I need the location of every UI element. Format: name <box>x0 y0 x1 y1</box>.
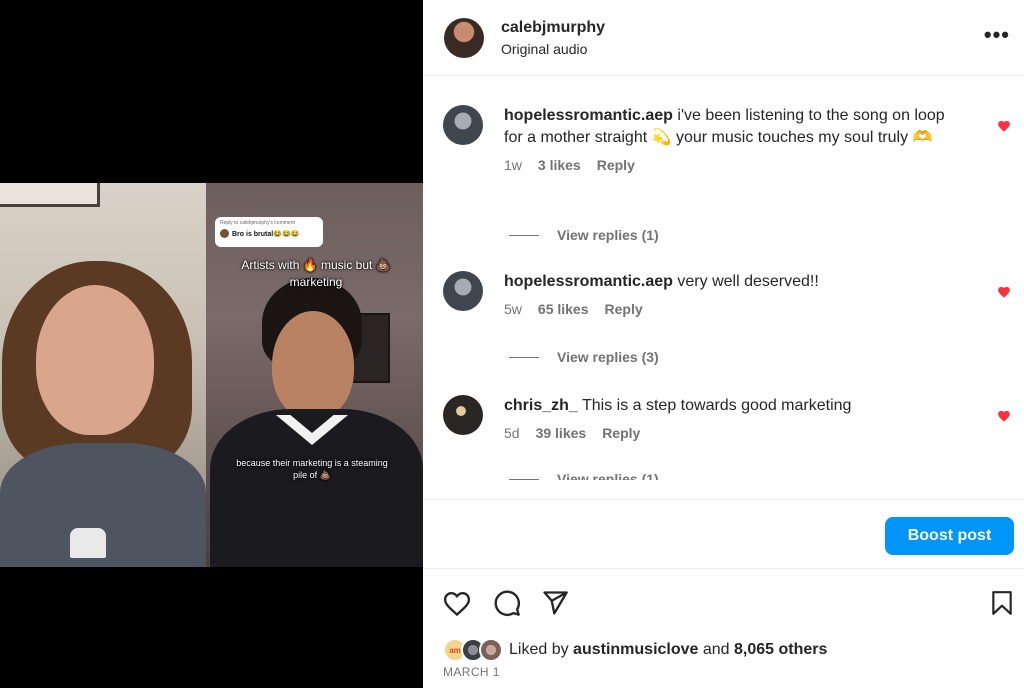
heart-filled-icon[interactable] <box>997 119 1011 133</box>
comment-item: hopelessromantic.aep i've been listening… <box>443 105 1013 173</box>
likes-prefix: Liked by <box>509 641 569 658</box>
heart-filled-icon[interactable] <box>997 285 1011 299</box>
comment-likes[interactable]: 65 likes <box>538 301 589 317</box>
person-face <box>272 311 354 419</box>
reply-sticker: Reply to calebjmurphy's comment Bro is b… <box>215 217 323 247</box>
liker-username[interactable]: austinmusiclove <box>573 641 698 659</box>
post-date[interactable]: MARCH 1 <box>443 665 500 679</box>
reply-sticker-header: Reply to calebjmurphy's comment <box>220 220 295 226</box>
comment-time[interactable]: 5w <box>504 301 522 317</box>
liker-avatars: am <box>443 638 505 662</box>
post-actions <box>443 589 1015 617</box>
reply-button[interactable]: Reply <box>605 301 643 317</box>
bookmark-icon[interactable] <box>989 589 1015 617</box>
more-options-icon[interactable]: ••• <box>984 22 1010 48</box>
comment-text: very well deserved!! <box>677 273 819 290</box>
avatar[interactable] <box>443 395 483 435</box>
audio-link[interactable]: Original audio <box>501 41 605 57</box>
avatar[interactable] <box>443 271 483 311</box>
shirt-graphic <box>70 528 106 558</box>
view-replies-button[interactable]: View replies (3) <box>509 349 659 365</box>
divider <box>509 478 539 480</box>
boost-section: Boost post <box>423 499 1024 569</box>
video-left-pane <box>0 183 206 567</box>
comment-item: hopelessromantic.aep very well deserved!… <box>443 271 1013 317</box>
person-face <box>36 285 154 435</box>
avatar[interactable] <box>443 105 483 145</box>
comment-username[interactable]: chris_zh_ <box>504 397 578 414</box>
comment-item: chris_zh_ This is a step towards good ma… <box>443 395 1013 441</box>
post-sidebar: calebjmurphy Original audio ••• hopeless… <box>423 0 1024 688</box>
comment-time[interactable]: 1w <box>504 157 522 173</box>
reply-sticker-avatar <box>220 229 229 238</box>
view-replies-label: View replies (1) <box>557 471 659 480</box>
post-header: calebjmurphy Original audio ••• <box>423 0 1024 76</box>
view-replies-label: View replies (3) <box>557 349 659 365</box>
post-media[interactable]: Reply to calebjmurphy's comment Bro is b… <box>0 0 423 688</box>
post-username[interactable]: calebjmurphy <box>501 19 605 37</box>
likes-joiner: and <box>702 641 730 658</box>
view-replies-label: View replies (1) <box>557 227 659 243</box>
view-replies-button[interactable]: View replies (1) <box>509 471 659 480</box>
heart-filled-icon[interactable] <box>997 409 1011 423</box>
share-icon[interactable] <box>541 589 569 617</box>
comment-username[interactable]: hopelessromantic.aep <box>504 107 673 124</box>
heart-icon[interactable] <box>443 589 471 617</box>
comment-icon[interactable] <box>493 589 521 617</box>
boost-post-button[interactable]: Boost post <box>885 517 1014 555</box>
comments-list[interactable]: hopelessromantic.aep i've been listening… <box>423 77 1024 480</box>
view-replies-button[interactable]: View replies (1) <box>509 227 659 243</box>
video-caption-top: Artists with 🔥 music but 💩 marketing <box>241 258 391 289</box>
comment-likes[interactable]: 3 likes <box>538 157 581 173</box>
avatar <box>479 638 503 662</box>
divider <box>509 234 539 236</box>
likes-others[interactable]: 8,065 others <box>734 641 827 659</box>
divider <box>509 356 539 358</box>
reply-button[interactable]: Reply <box>597 157 635 173</box>
comment-likes[interactable]: 39 likes <box>536 425 587 441</box>
comment-time[interactable]: 5d <box>504 425 520 441</box>
likes-summary: am Liked by austinmusiclove and 8,065 ot… <box>443 638 827 662</box>
wall-frame <box>0 183 100 207</box>
reply-button[interactable]: Reply <box>602 425 640 441</box>
comment-text: This is a step towards good marketing <box>581 397 852 414</box>
video-player[interactable]: Reply to calebjmurphy's comment Bro is b… <box>0 183 423 567</box>
video-caption-bottom: because their marketing is a steaming pi… <box>236 458 388 480</box>
comment-username[interactable]: hopelessromantic.aep <box>504 273 673 290</box>
avatar[interactable] <box>444 17 484 58</box>
reply-sticker-text: Bro is brutal😂😂😂 <box>232 230 300 238</box>
